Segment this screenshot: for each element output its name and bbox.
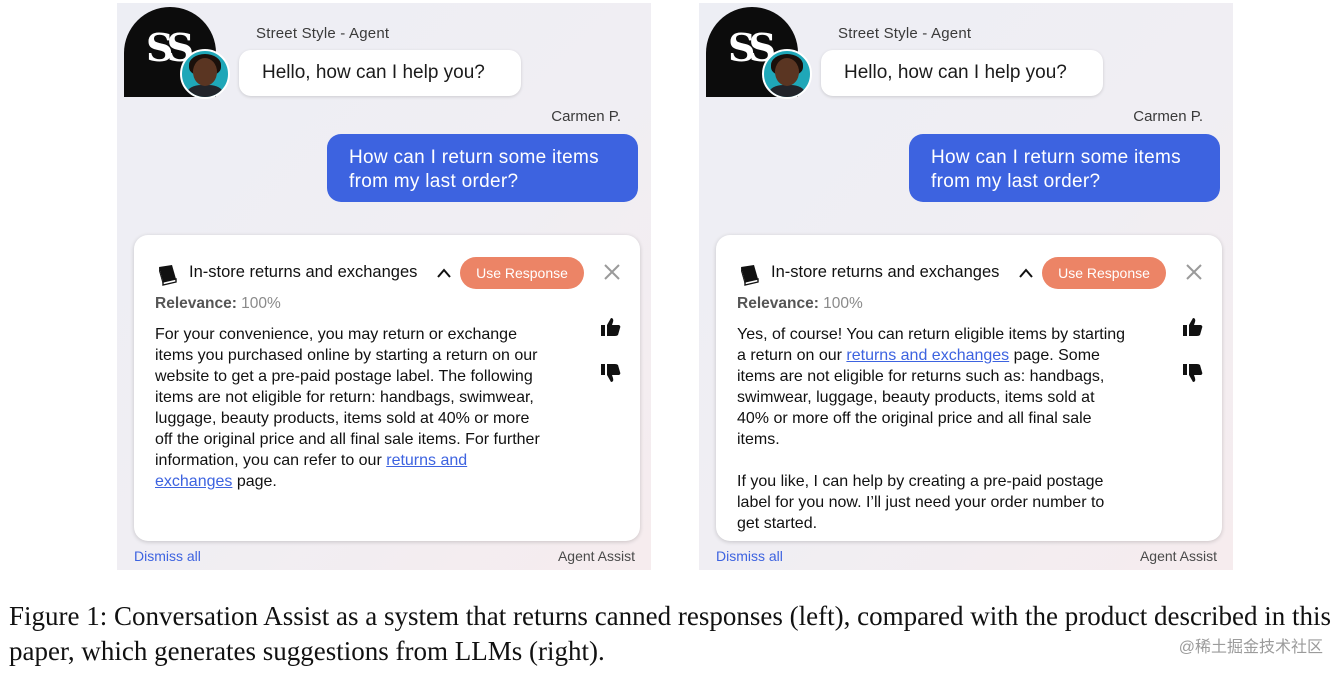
close-icon[interactable] — [1185, 263, 1203, 281]
response-text-part: page. — [232, 473, 277, 490]
response-text: Yes, of course! You can return eligible … — [737, 324, 1129, 555]
watermark: @稀土掘金技术社区 — [1178, 639, 1323, 656]
agent-name: Street Style - Agent — [838, 25, 972, 42]
llm-response-panel: SS Street Style - Agent Hello, how can I… — [699, 3, 1233, 570]
card-title: In-store returns and exchanges — [771, 263, 1000, 281]
canned-response-panel: SS Street Style - Agent Hello, how can I… — [117, 3, 651, 570]
agent-name: Street Style - Agent — [256, 25, 390, 42]
returns-exchanges-link[interactable]: returns and exchanges — [846, 347, 1009, 364]
response-text: For your convenience, you may return or … — [155, 324, 547, 513]
user-name: Carmen P. — [1133, 108, 1203, 125]
thumbs-up-icon[interactable] — [600, 317, 622, 337]
card-title: In-store returns and exchanges — [189, 263, 418, 281]
book-icon — [741, 265, 759, 286]
user-message-bubble: How can I return some items from my last… — [327, 134, 638, 202]
brand-logo-text: SS — [146, 25, 194, 70]
thumbs-up-icon[interactable] — [1182, 317, 1204, 337]
agent-avatar — [180, 49, 230, 99]
book-icon — [159, 265, 177, 286]
thumbs-down-icon[interactable] — [600, 363, 622, 383]
relevance-label: Relevance: — [737, 295, 819, 312]
use-response-button[interactable]: Use Response — [1042, 257, 1166, 289]
agent-message-bubble: Hello, how can I help you? — [821, 50, 1103, 96]
relevance: Relevance: 100% — [155, 295, 281, 313]
suggestion-card: In-store returns and exchanges Use Respo… — [716, 235, 1222, 541]
figure-caption: Figure 1: Conversation Assist as a syste… — [9, 601, 1331, 666]
use-response-button[interactable]: Use Response — [460, 257, 584, 289]
agent-assist-label: Agent Assist — [1139, 548, 1217, 564]
response-text-part: For your convenience, you may return or … — [155, 326, 540, 469]
brand-logo-text: SS — [728, 25, 776, 70]
close-icon[interactable] — [603, 263, 621, 281]
response-text-paragraph: If you like, I can help by creating a pr… — [737, 473, 1105, 532]
thumbs-down-icon[interactable] — [1182, 363, 1204, 383]
agent-assist-label: Agent Assist — [557, 548, 635, 564]
relevance-value: 100% — [823, 295, 863, 312]
user-name: Carmen P. — [551, 108, 621, 125]
suggestion-card: In-store returns and exchanges Use Respo… — [134, 235, 640, 541]
chevron-up-icon[interactable] — [1018, 267, 1034, 279]
relevance: Relevance: 100% — [737, 295, 863, 313]
dismiss-all-link[interactable]: Dismiss all — [134, 548, 201, 564]
chevron-up-icon[interactable] — [436, 267, 452, 279]
agent-message-bubble: Hello, how can I help you? — [239, 50, 521, 96]
relevance-label: Relevance: — [155, 295, 237, 312]
dismiss-all-link[interactable]: Dismiss all — [716, 548, 783, 564]
agent-avatar — [762, 49, 812, 99]
relevance-value: 100% — [241, 295, 281, 312]
user-message-bubble: How can I return some items from my last… — [909, 134, 1220, 202]
